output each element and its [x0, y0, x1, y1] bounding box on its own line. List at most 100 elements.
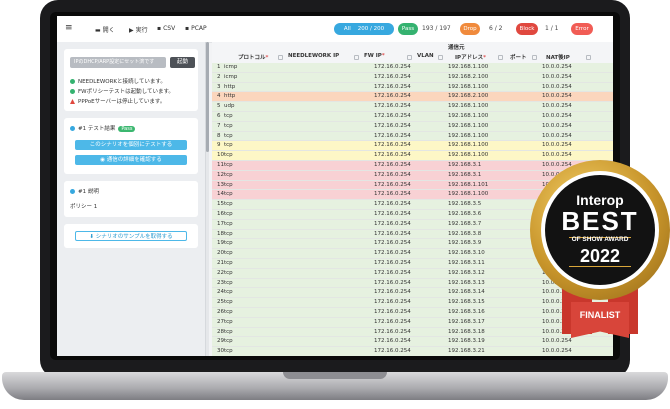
filter-icon[interactable] [498, 55, 503, 60]
header-vlan[interactable]: VLAN [417, 53, 434, 59]
run-button[interactable]: ▶ 実行 [129, 25, 148, 34]
fw-ip-cell: 172.16.0.254 [374, 240, 411, 247]
csv-label: CSV [163, 25, 176, 32]
filter-icon[interactable] [438, 55, 443, 60]
start-button[interactable]: 起動 [170, 57, 195, 68]
filter-icon[interactable] [586, 55, 591, 60]
protocol-cell: tcp [224, 201, 233, 208]
check-icon [70, 79, 75, 84]
filter-block[interactable]: Block [516, 23, 538, 35]
ip-address-cell: 192.168.1.100 [448, 113, 489, 119]
download-icon: ▪ [185, 25, 190, 32]
table-row[interactable]: 30 tcp 172.16.0.254 192.168.3.21 10.0.0.254 [212, 347, 613, 356]
table-row[interactable]: 27 tcp 172.16.0.254 192.168.3.17 10.0.0.254 [212, 317, 613, 328]
table-row[interactable]: 8 tcp 172.16.0.254 192.168.1.100 10.0.0.254 [212, 131, 613, 142]
row-number-cell: 26 [217, 309, 224, 315]
protocol-cell: tcp [224, 113, 233, 119]
nat-ip-cell: 10.0.0.254 [542, 132, 572, 139]
table-row[interactable]: 1 icmp 172.16.0.254 192.168.1.100 10.0.0.254 [212, 63, 613, 73]
fw-ip-cell: 172.16.0.254 [374, 338, 411, 345]
row-number-cell: 5 [217, 103, 221, 110]
row-number-cell: 10 [217, 152, 224, 159]
filter-icon[interactable] [278, 55, 283, 60]
table-row[interactable]: 4 http 172.16.0.254 192.168.2.100 10.0.0.254 [212, 92, 613, 103]
csv-button[interactable]: ▪ CSV [157, 25, 175, 32]
filter-drop[interactable]: Drop [460, 23, 480, 35]
table-row[interactable]: 26 tcp 172.16.0.254 192.168.3.16 10.0.0.254 [212, 308, 613, 318]
filter-all-count: 200 / 200 [357, 26, 385, 32]
retest-button[interactable]: このシナリオを個別にテストする [75, 140, 187, 150]
row-number-cell: 17 [217, 220, 224, 227]
fw-ip-cell: 172.16.0.254 [374, 191, 411, 198]
table-row[interactable]: 10 tcp 172.16.0.254 192.168.1.100 10.0.0.254 [212, 151, 613, 161]
header-protocol[interactable]: プロトコル* [238, 53, 268, 61]
filter-icon[interactable] [407, 55, 412, 60]
ip-address-cell: 192.168.1.100 [448, 83, 489, 90]
header-needlework-ip[interactable]: NEEDLEWORK IP [288, 53, 339, 59]
protocol-cell: tcp [224, 191, 233, 198]
protocol-cell: tcp [224, 211, 233, 217]
protocol-cell: http [224, 83, 236, 90]
check-icon [70, 89, 75, 94]
pcap-button[interactable]: ▪ PCAP [185, 25, 207, 32]
header-nat-ip[interactable]: NAT後IP [546, 53, 570, 61]
result-title: #1 テスト結果 Pass [70, 124, 136, 132]
table-row[interactable]: 9 tcp 172.16.0.254 192.168.1.100 10.0.0.254 [212, 141, 613, 152]
ip-address-cell: 192.168.2.100 [448, 73, 489, 80]
warning-icon [70, 99, 75, 104]
header-ip-address-label: IPアドレス [455, 55, 484, 61]
open-button[interactable]: ▬ 開く [95, 25, 115, 34]
protocol-cell: tcp [224, 142, 233, 149]
header-protocol-label: プロトコル [238, 55, 266, 61]
row-number-cell: 2 [217, 73, 221, 80]
fw-ip-cell: 172.16.0.254 [374, 181, 411, 188]
fw-ip-cell: 172.16.0.254 [374, 289, 411, 296]
protocol-cell: tcp [224, 152, 233, 159]
ip-setting-field[interactable]: IPのDHCP/ARP設定にセット済です [70, 57, 166, 68]
ip-address-cell: 192.168.3.19 [448, 338, 485, 345]
filter-pass[interactable]: Pass [398, 23, 418, 35]
nat-ip-cell: 10.0.0.254 [542, 103, 572, 110]
fw-ip-cell: 172.16.0.254 [374, 348, 411, 355]
protocol-cell: tcp [224, 348, 233, 355]
header-port[interactable]: ポート [510, 53, 527, 61]
filter-icon[interactable] [354, 55, 359, 60]
award-title: BEST [561, 206, 639, 236]
row-number-cell: 6 [217, 113, 221, 119]
sample-card: ⬇ シナリオのサンプルを取得する [64, 224, 198, 248]
table-row[interactable]: 2 icmp 172.16.0.254 192.168.2.100 10.0.0.254 [212, 72, 613, 83]
menu-icon[interactable]: ≡ [65, 23, 73, 33]
row-number-cell: 25 [217, 299, 224, 306]
table-row[interactable]: 11 tcp 172.16.0.254 192.168.3.1 10.0.0.254 [212, 161, 613, 171]
table-row[interactable]: 6 tcp 172.16.0.254 192.168.1.100 10.0.0.254 [212, 112, 613, 122]
header-fw-ip[interactable]: FW IP* [364, 53, 385, 59]
table-row[interactable]: 3 http 172.16.0.254 192.168.1.100 10.0.0.254 [212, 82, 613, 93]
laptop-notch [283, 372, 387, 379]
protocol-cell: tcp [224, 338, 233, 345]
ip-address-cell: 192.168.3.16 [448, 309, 485, 315]
table-row[interactable]: 29 tcp 172.16.0.254 192.168.3.19 10.0.0.254 [212, 337, 613, 348]
protocol-cell: tcp [224, 299, 233, 306]
filter-error[interactable]: Error [571, 23, 593, 35]
nat-ip-cell: 10.0.0.254 [542, 122, 572, 129]
ip-address-cell: 192.168.3.8 [448, 230, 482, 237]
sample-button[interactable]: ⬇ シナリオのサンプルを取得する [75, 231, 187, 241]
result-title-text: #1 テスト結果 [78, 126, 116, 132]
nat-ip-cell: 10.0.0.254 [542, 113, 572, 119]
table-row[interactable]: 5 udp 172.16.0.254 192.168.1.100 10.0.0.254 [212, 102, 613, 112]
table-row[interactable]: 28 tcp 172.16.0.254 192.168.3.18 10.0.0.254 [212, 327, 613, 338]
row-number-cell: 23 [217, 279, 224, 286]
table-row[interactable]: 7 tcp 172.16.0.254 192.168.1.100 10.0.0.254 [212, 121, 613, 132]
table-row[interactable]: 24 tcp 172.16.0.254 192.168.3.14 10.0.0.254 [212, 288, 613, 299]
filter-all[interactable]: All 200 / 200 [334, 23, 394, 35]
status-message: FWポリシーテストは起動しています。 [70, 87, 174, 95]
sidebar-scroll-thumb[interactable] [206, 42, 209, 152]
protocol-cell: tcp [224, 279, 233, 286]
protocol-cell: icmp [224, 64, 238, 70]
detail-button[interactable]: ◉ 通信の詳細を確認する [75, 155, 187, 165]
table-row[interactable]: 25 tcp 172.16.0.254 192.168.3.15 10.0.0.254 [212, 298, 613, 308]
filter-icon[interactable] [532, 55, 537, 60]
folder-icon: ▬ [95, 27, 101, 34]
header-ip-address[interactable]: IPアドレス* [455, 53, 486, 61]
fw-ip-cell: 172.16.0.254 [374, 318, 411, 325]
